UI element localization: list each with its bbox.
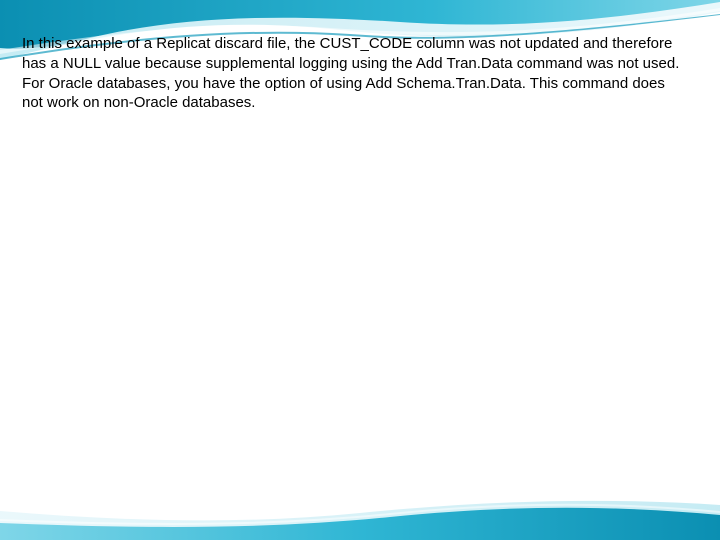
slide-body: In this example of a Replicat discard fi… bbox=[22, 34, 682, 113]
paragraph-2: For Oracle databases, you have the optio… bbox=[22, 74, 682, 114]
paragraph-1: In this example of a Replicat discard fi… bbox=[22, 34, 682, 74]
bottom-wave-decoration bbox=[0, 495, 720, 540]
